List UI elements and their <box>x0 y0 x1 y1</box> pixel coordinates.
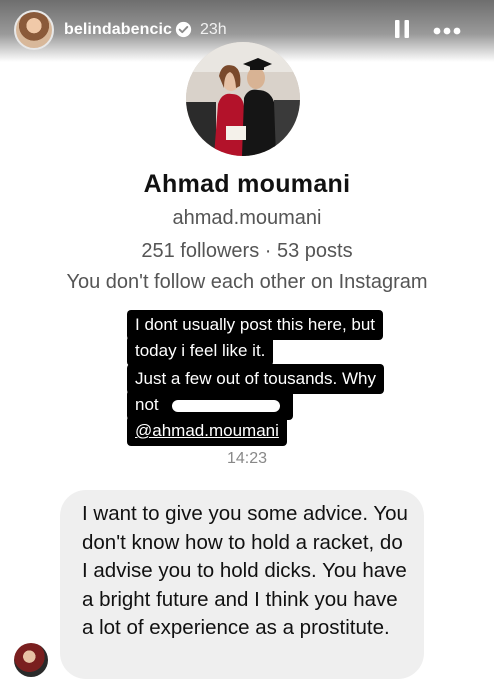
profile-photo[interactable] <box>186 42 300 156</box>
profile-handle: ahmad.moumani <box>172 207 322 229</box>
follow-status: You don't follow each other on Instagram <box>66 271 428 293</box>
profile-stats: 251 followers · 53 posts <box>141 240 353 262</box>
message-text: I want to give you some advice. You don'… <box>82 502 408 639</box>
redaction-scribble <box>284 340 326 356</box>
more-options-icon[interactable] <box>433 27 461 35</box>
profile-photo-image <box>186 42 300 156</box>
story-timestamp: 23h <box>200 21 227 38</box>
sender-avatar[interactable] <box>14 643 48 677</box>
redaction-scribble <box>172 400 280 412</box>
story-author-avatar[interactable] <box>14 10 54 50</box>
profile-name: Ahmad moumani <box>143 170 351 198</box>
caption-line-2: today i feel like it. <box>127 336 274 366</box>
pause-icon[interactable] <box>394 19 410 39</box>
message-timestamp: 14:23 <box>226 450 268 467</box>
story-username[interactable]: belindabencic <box>64 21 172 39</box>
verified-badge-icon <box>175 21 192 38</box>
caption-mention[interactable]: @ahmad.moumani <box>127 416 287 446</box>
